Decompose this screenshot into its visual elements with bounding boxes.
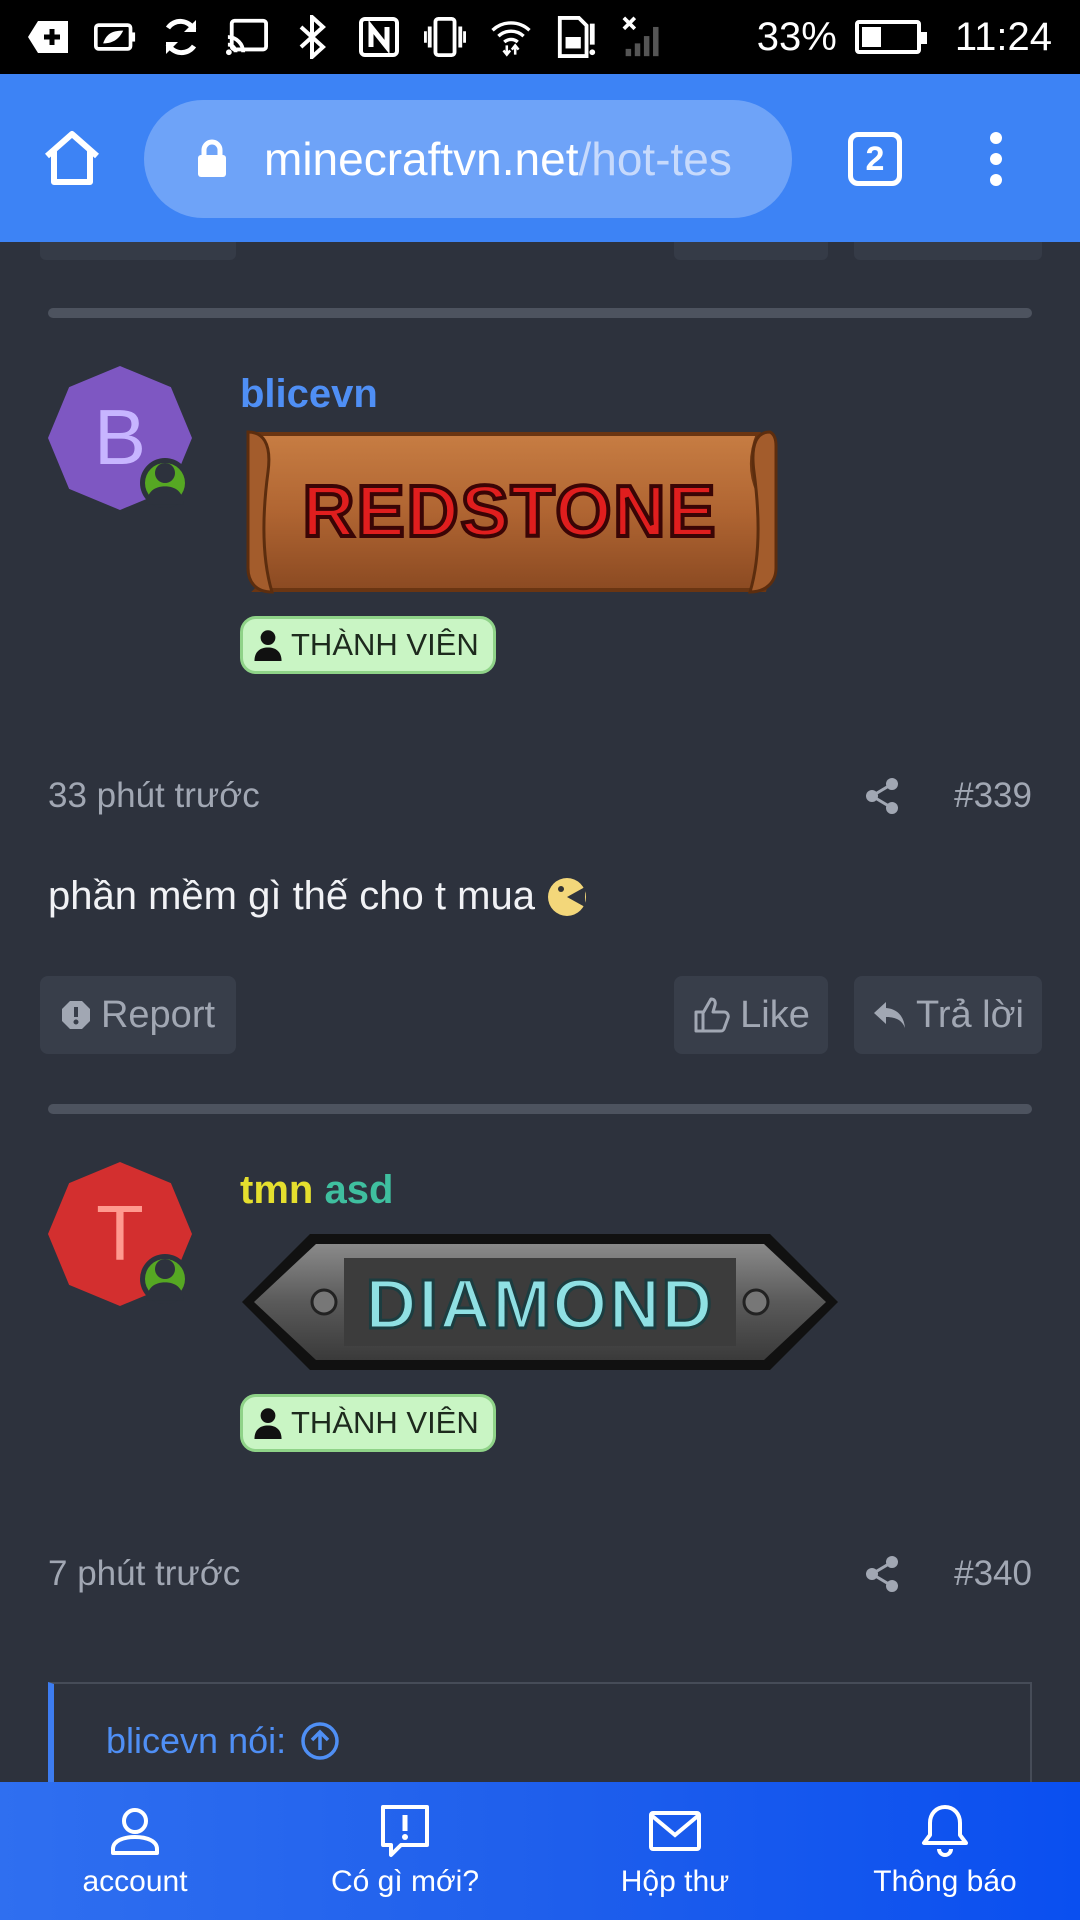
post-divider (48, 1104, 1032, 1114)
url-path: /hot-tes (578, 133, 732, 185)
vibrate-icon (424, 16, 466, 58)
nav-notifications[interactable]: Thông báo (810, 1782, 1080, 1920)
url-host: minecraftvn.net (264, 133, 579, 185)
sim-alert-icon (556, 16, 598, 58)
post-number[interactable]: #340 (954, 1554, 1032, 1594)
post-body: phần mềm gì thế cho t mua (48, 874, 589, 919)
home-button[interactable] (24, 110, 120, 206)
arrow-up-circle-icon[interactable] (300, 1721, 340, 1761)
nav-account[interactable]: account (0, 1782, 270, 1920)
bluetooth-icon (292, 15, 334, 59)
clock: 11:24 (954, 14, 1052, 59)
avatar[interactable]: B (48, 366, 192, 510)
inbox-icon (649, 1811, 701, 1851)
status-icons (28, 15, 757, 59)
menu-icon[interactable] (980, 124, 1012, 194)
no-signal-icon (622, 16, 664, 58)
nfc-icon (358, 16, 400, 58)
quote-author[interactable]: blicevn nói: (106, 1720, 286, 1762)
avatar[interactable]: T (48, 1162, 192, 1306)
reply-icon (874, 1002, 906, 1028)
battery-fill (861, 27, 881, 47)
tab-switcher-button[interactable]: 2 (848, 132, 902, 186)
quote-block: blicevn nói: (48, 1682, 1032, 1782)
thread-content: B blicevn REDSTONE THÀNH VIÊN 33 phút tr… (0, 242, 1080, 1782)
whats-new-icon (381, 1805, 429, 1857)
status-bar: 33% 11:24 (0, 0, 1080, 74)
user-icon (254, 1408, 282, 1439)
prev-report-button[interactable] (40, 242, 236, 260)
browser-toolbar: minecraftvn.net/hot-tes 2 (0, 74, 1080, 242)
online-indicator (140, 1254, 190, 1304)
sync-icon (160, 16, 202, 58)
prev-reply-button[interactable] (854, 242, 1042, 260)
account-icon (111, 1808, 159, 1855)
status-right: 33% 11:24 (757, 15, 1052, 60)
post-number[interactable]: #339 (954, 776, 1032, 816)
quote-header[interactable]: blicevn nói: (106, 1720, 340, 1762)
user-icon (254, 630, 282, 661)
prev-like-button[interactable] (674, 242, 828, 260)
nav-inbox[interactable]: Hộp thư (540, 1782, 810, 1920)
role-badge: THÀNH VIÊN (240, 616, 496, 674)
rank-banner-redstone: REDSTONE (240, 426, 780, 601)
battery-saver-icon (94, 16, 136, 58)
bottom-navigation: account Có gì mới? Hộp thư Thông báo (0, 1782, 1080, 1920)
alert-icon (61, 1001, 90, 1029)
bell-icon (922, 1805, 968, 1857)
online-indicator (140, 458, 190, 508)
username[interactable]: tmn asd (240, 1168, 393, 1213)
post-divider (48, 308, 1032, 318)
post-time[interactable]: 33 phút trước (48, 776, 862, 816)
post-meta: 33 phút trước #339 (48, 776, 1032, 816)
reply-button[interactable]: Trả lời (854, 976, 1042, 1054)
add-icon (28, 16, 70, 58)
user-icon (146, 1259, 184, 1301)
share-icon[interactable] (862, 1554, 902, 1594)
post-meta: 7 phút trước #340 (48, 1554, 1032, 1594)
avatar-letter: T (96, 1189, 144, 1277)
role-badge: THÀNH VIÊN (240, 1394, 496, 1452)
svg-text:DIAMOND: DIAMOND (366, 1265, 714, 1343)
url-bar[interactable]: minecraftvn.net/hot-tes (144, 100, 792, 218)
cast-icon (226, 16, 268, 58)
thumbs-up-icon (694, 997, 730, 1033)
lock-icon (198, 139, 226, 177)
nav-whats-new[interactable]: Có gì mới? (270, 1782, 540, 1920)
share-icon[interactable] (862, 776, 902, 816)
screen: 33% 11:24 minecraftvn.net/hot-tes 2 B bl… (0, 0, 1080, 1920)
emoji-icon (547, 877, 586, 916)
like-button[interactable]: Like (674, 976, 828, 1054)
avatar-letter: B (94, 393, 146, 481)
wifi-icon (490, 16, 532, 58)
user-icon (146, 463, 184, 505)
home-icon (45, 131, 99, 185)
rank-banner-diamond: DIAMOND (240, 1222, 840, 1387)
battery-icon (854, 20, 927, 54)
username[interactable]: blicevn (240, 372, 378, 417)
battery-percent: 33% (756, 14, 837, 59)
report-button[interactable]: Report (40, 976, 236, 1054)
svg-text:REDSTONE: REDSTONE (303, 472, 718, 552)
post-time[interactable]: 7 phút trước (48, 1554, 862, 1594)
